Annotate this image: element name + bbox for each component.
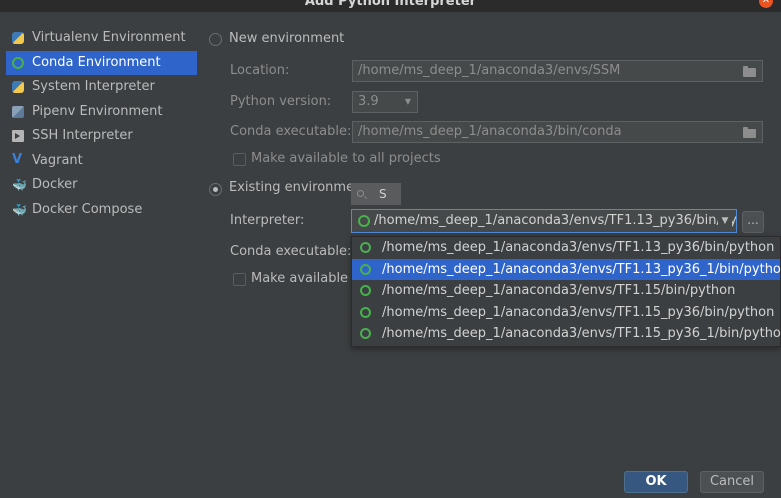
conda-executable-label: Conda executable:	[230, 124, 352, 139]
location-value: /home/ms_deep_1/anaconda3/envs/SSM	[358, 63, 621, 78]
dropdown-option-label: /home/ms_deep_1/anaconda3/envs/TF1.13_py…	[382, 261, 781, 277]
browse-interpreter-button[interactable]: ...	[742, 211, 764, 233]
make-available-existing-label: Make available t	[251, 271, 358, 286]
dialog-title: Add Python Interpreter	[304, 0, 477, 9]
interpreter-value: /home/ms_deep_1/anaconda3/envs/TF1.13_py…	[374, 213, 737, 228]
new-environment-radio[interactable]	[209, 33, 222, 46]
search-popup[interactable]: S	[351, 183, 401, 205]
ssh-icon	[12, 130, 24, 142]
dropdown-option-label: /home/ms_deep_1/anaconda3/envs/TF1.15_py…	[382, 326, 781, 341]
interpreter-combobox[interactable]: /home/ms_deep_1/anaconda3/envs/TF1.13_py…	[351, 209, 737, 233]
sidebar-item-pipenv[interactable]: Pipenv Environment	[0, 100, 200, 125]
docker-icon: 🐳	[12, 178, 27, 192]
dropdown-option-label: /home/ms_deep_1/anaconda3/envs/TF1.15/bi…	[382, 283, 736, 298]
conda-executable-field[interactable]: /home/ms_deep_1/anaconda3/bin/conda	[352, 121, 763, 143]
location-label: Location:	[230, 63, 290, 78]
sidebar-item-conda[interactable]: Conda Environment	[6, 50, 197, 75]
make-available-all-label: Make available to all projects	[251, 151, 441, 166]
sidebar-item-vagrant[interactable]: V Vagrant	[0, 149, 200, 174]
python-icon	[12, 81, 24, 93]
sidebar-item-label: Docker	[32, 177, 78, 192]
sidebar-item-virtualenv[interactable]: Virtualenv Environment	[0, 26, 200, 51]
chevron-down-icon[interactable]: ▼	[718, 210, 732, 232]
conda-icon	[360, 263, 371, 275]
conda-icon	[12, 56, 24, 69]
ok-button[interactable]: OK	[624, 471, 688, 493]
sidebar-item-system[interactable]: System Interpreter	[0, 75, 200, 100]
make-available-all-checkbox[interactable]	[233, 153, 246, 166]
sidebar-item-docker[interactable]: 🐳 Docker	[0, 173, 200, 198]
search-icon	[357, 190, 364, 197]
location-field[interactable]: /home/ms_deep_1/anaconda3/envs/SSM	[352, 60, 763, 82]
conda-icon	[360, 285, 371, 296]
dropdown-option[interactable]: /home/ms_deep_1/anaconda3/envs/TF1.15_py…	[352, 302, 780, 324]
folder-icon[interactable]	[743, 127, 756, 138]
dropdown-option-label: /home/ms_deep_1/anaconda3/envs/TF1.15_py…	[382, 304, 775, 320]
sidebar-item-label: SSH Interpreter	[32, 128, 133, 143]
conda-icon	[360, 242, 371, 253]
sidebar-item-ssh[interactable]: SSH Interpreter	[0, 124, 200, 149]
interpreter-dropdown-list: /home/ms_deep_1/anaconda3/envs/TF1.13_py…	[351, 236, 781, 347]
vagrant-icon: V	[12, 151, 23, 167]
folder-icon[interactable]	[743, 66, 756, 77]
cancel-button[interactable]: Cancel	[700, 471, 764, 493]
existing-environment-label: Existing environmen	[229, 180, 363, 195]
python-version-value: 3.9	[358, 94, 379, 109]
python-version-label: Python version:	[230, 94, 332, 109]
pipenv-icon	[12, 105, 24, 118]
dropdown-option[interactable]: /home/ms_deep_1/anaconda3/envs/TF1.13_py…	[352, 258, 781, 280]
python-icon	[12, 32, 24, 44]
sidebar-item-label: Vagrant	[32, 152, 83, 168]
sidebar-item-label: Docker Compose	[32, 201, 143, 217]
python-version-select[interactable]: 3.9 ▼	[352, 91, 418, 113]
existing-environment-radio[interactable]	[209, 183, 222, 196]
title-bar: Add Python Interpreter ✕	[0, 0, 781, 12]
new-environment-label: New environment	[229, 31, 345, 46]
interpreter-label: Interpreter:	[230, 213, 305, 228]
conda-icon	[360, 306, 371, 318]
conda-executable-value: /home/ms_deep_1/anaconda3/bin/conda	[358, 124, 622, 139]
sidebar-item-label: Conda Environment	[32, 54, 161, 70]
docker-icon: 🐳	[12, 202, 27, 217]
dropdown-option[interactable]: /home/ms_deep_1/anaconda3/envs/TF1.13_py…	[352, 237, 780, 259]
search-query: S	[379, 187, 387, 201]
sidebar-item-docker-compose[interactable]: 🐳 Docker Compose	[0, 198, 200, 223]
chevron-down-icon: ▼	[404, 97, 411, 106]
interpreter-type-sidebar: Virtualenv Environment Conda Environment…	[0, 26, 200, 222]
make-available-existing-checkbox[interactable]	[233, 273, 246, 286]
sidebar-item-label: Virtualenv Environment	[32, 30, 186, 45]
sidebar-item-label: Pipenv Environment	[32, 103, 163, 119]
dropdown-option[interactable]: /home/ms_deep_1/anaconda3/envs/TF1.15/bi…	[352, 280, 780, 302]
existing-conda-executable-label: Conda executable:	[230, 244, 352, 259]
conda-icon	[358, 215, 370, 227]
dropdown-option[interactable]: /home/ms_deep_1/anaconda3/envs/TF1.15_py…	[352, 323, 781, 345]
sidebar-item-label: System Interpreter	[32, 79, 155, 94]
conda-icon	[360, 328, 371, 339]
dropdown-option-label: /home/ms_deep_1/anaconda3/envs/TF1.13_py…	[382, 240, 775, 255]
